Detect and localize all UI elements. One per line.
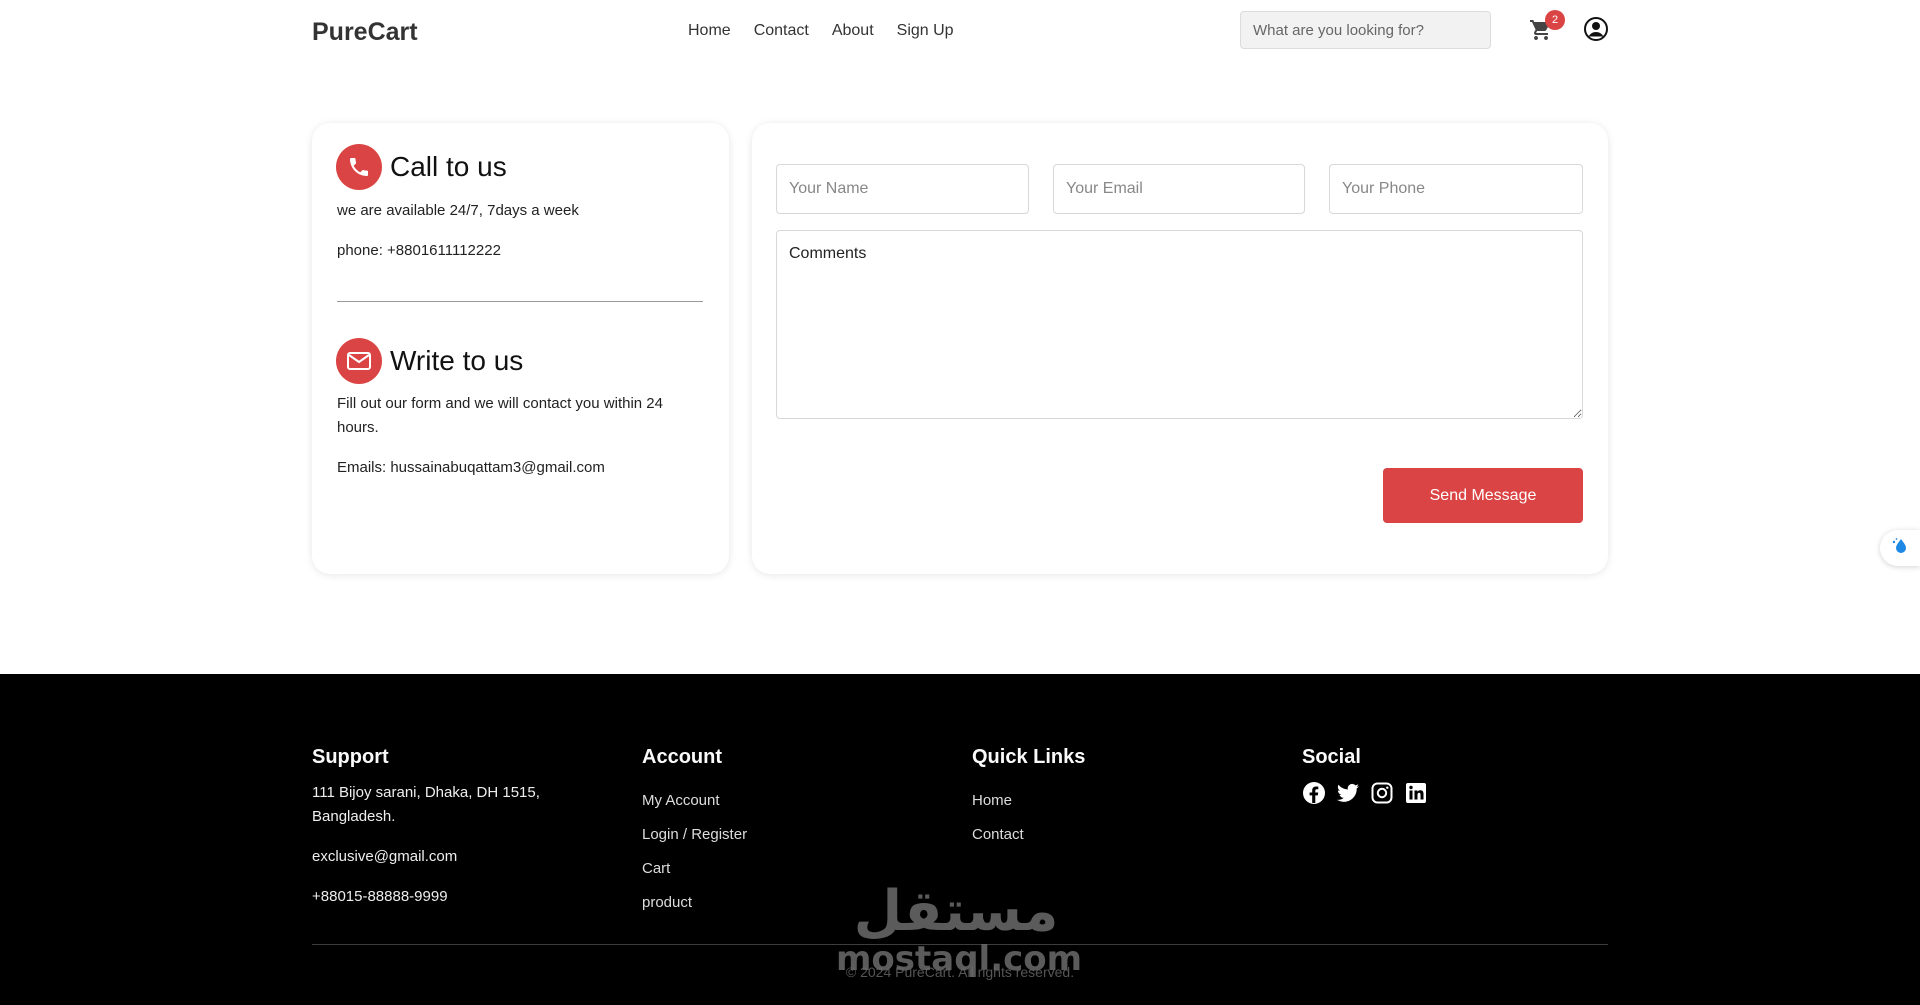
- main-nav: Home Contact About Sign Up: [688, 22, 954, 40]
- nav-link-contact[interactable]: Contact: [754, 22, 809, 40]
- mostaql-watermark: مستقل mostaql.com: [836, 879, 1083, 979]
- footer-link-login-register[interactable]: Login / Register: [642, 823, 882, 857]
- contact-info-card: Call to us we are available 24/7, 7days …: [312, 123, 729, 574]
- footer-link-my-account[interactable]: My Account: [642, 789, 882, 823]
- write-emails: Emails: hussainabuqattam3@gmail.com: [337, 459, 605, 476]
- name-field[interactable]: [776, 164, 1029, 214]
- nav-link-signup[interactable]: Sign Up: [897, 22, 954, 40]
- nav-link-home[interactable]: Home: [688, 22, 731, 40]
- phone-field[interactable]: [1329, 164, 1583, 214]
- footer-account-title: Account: [642, 746, 722, 768]
- footer-link-contact[interactable]: Contact: [972, 823, 1212, 857]
- comments-field[interactable]: [776, 230, 1583, 419]
- droplet-icon: [1890, 536, 1910, 561]
- linkedin-icon[interactable]: [1404, 781, 1428, 805]
- call-availability: we are available 24/7, 7days a week: [337, 202, 579, 219]
- send-message-button[interactable]: Send Message: [1383, 468, 1583, 523]
- write-title: Write to us: [390, 345, 524, 376]
- cart-count-badge: 2: [1545, 10, 1565, 30]
- write-description: Fill out our form and we will contact yo…: [337, 395, 663, 436]
- footer-address: 111 Bijoy sarani, Dhaka, DH 1515, Bangla…: [312, 784, 540, 825]
- footer-email: exclusive@gmail.com: [312, 848, 458, 865]
- floating-assistant-button[interactable]: [1880, 530, 1920, 566]
- footer-quick-links-column: Quick Links Home Contact: [972, 746, 1212, 857]
- footer-link-home[interactable]: Home: [972, 789, 1212, 823]
- watermark-arabic-text: مستقل: [853, 879, 1059, 944]
- footer-support-column: Support 111 Bijoy sarani, Dhaka, DH 1515…: [312, 746, 592, 909]
- cart-icon: [1529, 20, 1553, 46]
- social-links: [1302, 781, 1542, 805]
- watermark-latin-text: mostaql.com: [836, 939, 1083, 979]
- footer-social-column: Social: [1302, 746, 1542, 805]
- account-button[interactable]: [1583, 16, 1609, 42]
- footer-social-title: Social: [1302, 746, 1361, 768]
- cart-button[interactable]: 2: [1529, 10, 1565, 46]
- call-section-heading: Call to us: [336, 144, 507, 190]
- phone-icon: [336, 144, 382, 190]
- facebook-icon[interactable]: [1302, 781, 1326, 805]
- nav-link-about[interactable]: About: [832, 22, 874, 40]
- call-title: Call to us: [390, 151, 507, 182]
- mail-icon: [336, 338, 382, 384]
- search-input[interactable]: [1240, 11, 1491, 49]
- write-section-heading: Write to us: [336, 338, 523, 384]
- email-field[interactable]: [1053, 164, 1305, 214]
- instagram-icon[interactable]: [1370, 781, 1394, 805]
- user-icon: [1583, 17, 1609, 46]
- section-divider: [337, 301, 703, 302]
- twitter-icon[interactable]: [1336, 781, 1360, 805]
- site-logo[interactable]: PureCart: [312, 18, 418, 47]
- footer-phone: +88015-88888-9999: [312, 888, 448, 905]
- call-phone: phone: +8801611112222: [337, 242, 501, 259]
- site-footer: Support 111 Bijoy sarani, Dhaka, DH 1515…: [0, 674, 1920, 1005]
- contact-form-card: Send Message: [752, 123, 1608, 574]
- footer-support-title: Support: [312, 746, 389, 768]
- footer-quick-links-title: Quick Links: [972, 746, 1086, 768]
- site-header: PureCart Home Contact About Sign Up 2: [0, 0, 1920, 64]
